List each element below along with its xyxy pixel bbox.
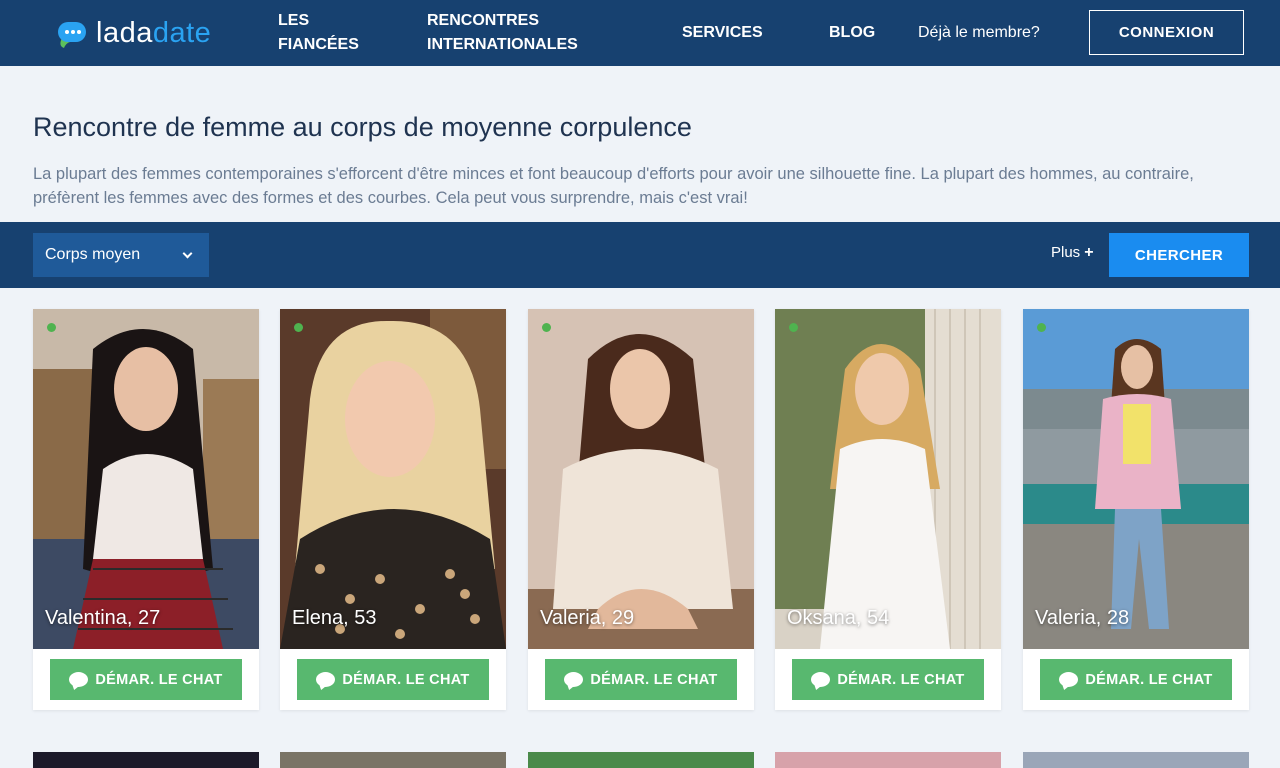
chat-icon <box>811 672 831 687</box>
profile-card: Oksana, 54 DÉMAR. LE CHAT <box>775 309 1001 710</box>
profile-photo[interactable]: Valeria, 29 <box>528 309 754 649</box>
start-chat-button[interactable]: DÉMAR. LE CHAT <box>297 659 489 700</box>
profile-name: Valentina, 27 <box>45 607 161 629</box>
plus-icon: + <box>1084 244 1094 261</box>
profile-card: Elena, 53 DÉMAR. LE CHAT <box>280 309 506 710</box>
online-status-dot <box>1037 323 1046 332</box>
already-member-text: Déjà le membre? <box>918 24 1040 41</box>
online-status-dot <box>789 323 798 332</box>
profile-card: Valentina, 27 DÉMAR. LE CHAT <box>33 309 259 710</box>
online-status-dot <box>294 323 303 332</box>
profile-card-partial[interactable] <box>775 752 1001 768</box>
profile-name: Valeria, 28 <box>1035 607 1130 629</box>
search-button[interactable]: CHERCHER <box>1109 233 1249 277</box>
intro-description: La plupart des femmes contemporaines s'e… <box>33 165 1194 207</box>
profile-card-partial[interactable] <box>1023 752 1249 768</box>
chevron-down-icon <box>182 248 193 259</box>
start-chat-label: DÉMAR. LE CHAT <box>590 671 718 688</box>
profile-card-partial[interactable] <box>528 752 754 768</box>
online-status-dot <box>47 323 56 332</box>
start-chat-button[interactable]: DÉMAR. LE CHAT <box>545 659 737 700</box>
body-type-selected-value: Corps moyen <box>45 246 141 263</box>
start-chat-label: DÉMAR. LE CHAT <box>342 671 470 688</box>
chat-icon <box>316 672 336 687</box>
start-chat-label: DÉMAR. LE CHAT <box>1085 671 1213 688</box>
logo[interactable]: ladadate <box>56 14 211 52</box>
chat-icon <box>1059 672 1079 687</box>
profile-card: Valeria, 28 DÉMAR. LE CHAT <box>1023 309 1249 710</box>
profile-photo[interactable]: Oksana, 54 <box>775 309 1001 649</box>
filter-bar: Corps moyen Plus + CHERCHER <box>0 222 1280 288</box>
chat-icon <box>69 672 89 687</box>
chat-icon <box>564 672 584 687</box>
profile-card-partial[interactable] <box>280 752 506 768</box>
nav-blog[interactable]: BLOG <box>829 21 875 45</box>
login-button[interactable]: CONNEXION <box>1089 10 1244 55</box>
nav-rencontres-internationales[interactable]: RENCONTRES INTERNATIONALES <box>427 9 627 57</box>
profile-card-partial[interactable] <box>33 752 259 768</box>
logo-text: ladadate <box>96 17 211 50</box>
top-navbar: ladadate LES FIANCÉES RENCONTRES INTERNA… <box>0 0 1280 66</box>
more-filters-toggle[interactable]: Plus + <box>1051 244 1094 262</box>
start-chat-label: DÉMAR. LE CHAT <box>95 671 223 688</box>
nav-fiancees[interactable]: LES FIANCÉES <box>278 9 388 57</box>
chat-bubble-logo-icon <box>56 16 90 50</box>
page-title: Rencontre de femme au corps de moyenne c… <box>33 112 692 142</box>
profile-name: Oksana, 54 <box>787 607 890 629</box>
online-status-dot <box>542 323 551 332</box>
logo-text-part2: date <box>152 16 212 49</box>
profile-photo[interactable]: Elena, 53 <box>280 309 506 649</box>
profile-photo[interactable]: Valeria, 28 <box>1023 309 1249 649</box>
profile-name: Valeria, 29 <box>540 607 635 629</box>
start-chat-button[interactable]: DÉMAR. LE CHAT <box>50 659 242 700</box>
logo-text-part1: lada <box>96 16 153 49</box>
start-chat-button[interactable]: DÉMAR. LE CHAT <box>1040 659 1232 700</box>
profile-card: Valeria, 29 DÉMAR. LE CHAT <box>528 309 754 710</box>
profile-name: Elena, 53 <box>292 607 377 629</box>
body-type-select[interactable]: Corps moyen <box>33 233 209 277</box>
start-chat-label: DÉMAR. LE CHAT <box>837 671 965 688</box>
start-chat-button[interactable]: DÉMAR. LE CHAT <box>792 659 984 700</box>
more-filters-label: Plus <box>1051 244 1081 261</box>
nav-services[interactable]: SERVICES <box>682 21 763 45</box>
profile-photo[interactable]: Valentina, 27 <box>33 309 259 649</box>
